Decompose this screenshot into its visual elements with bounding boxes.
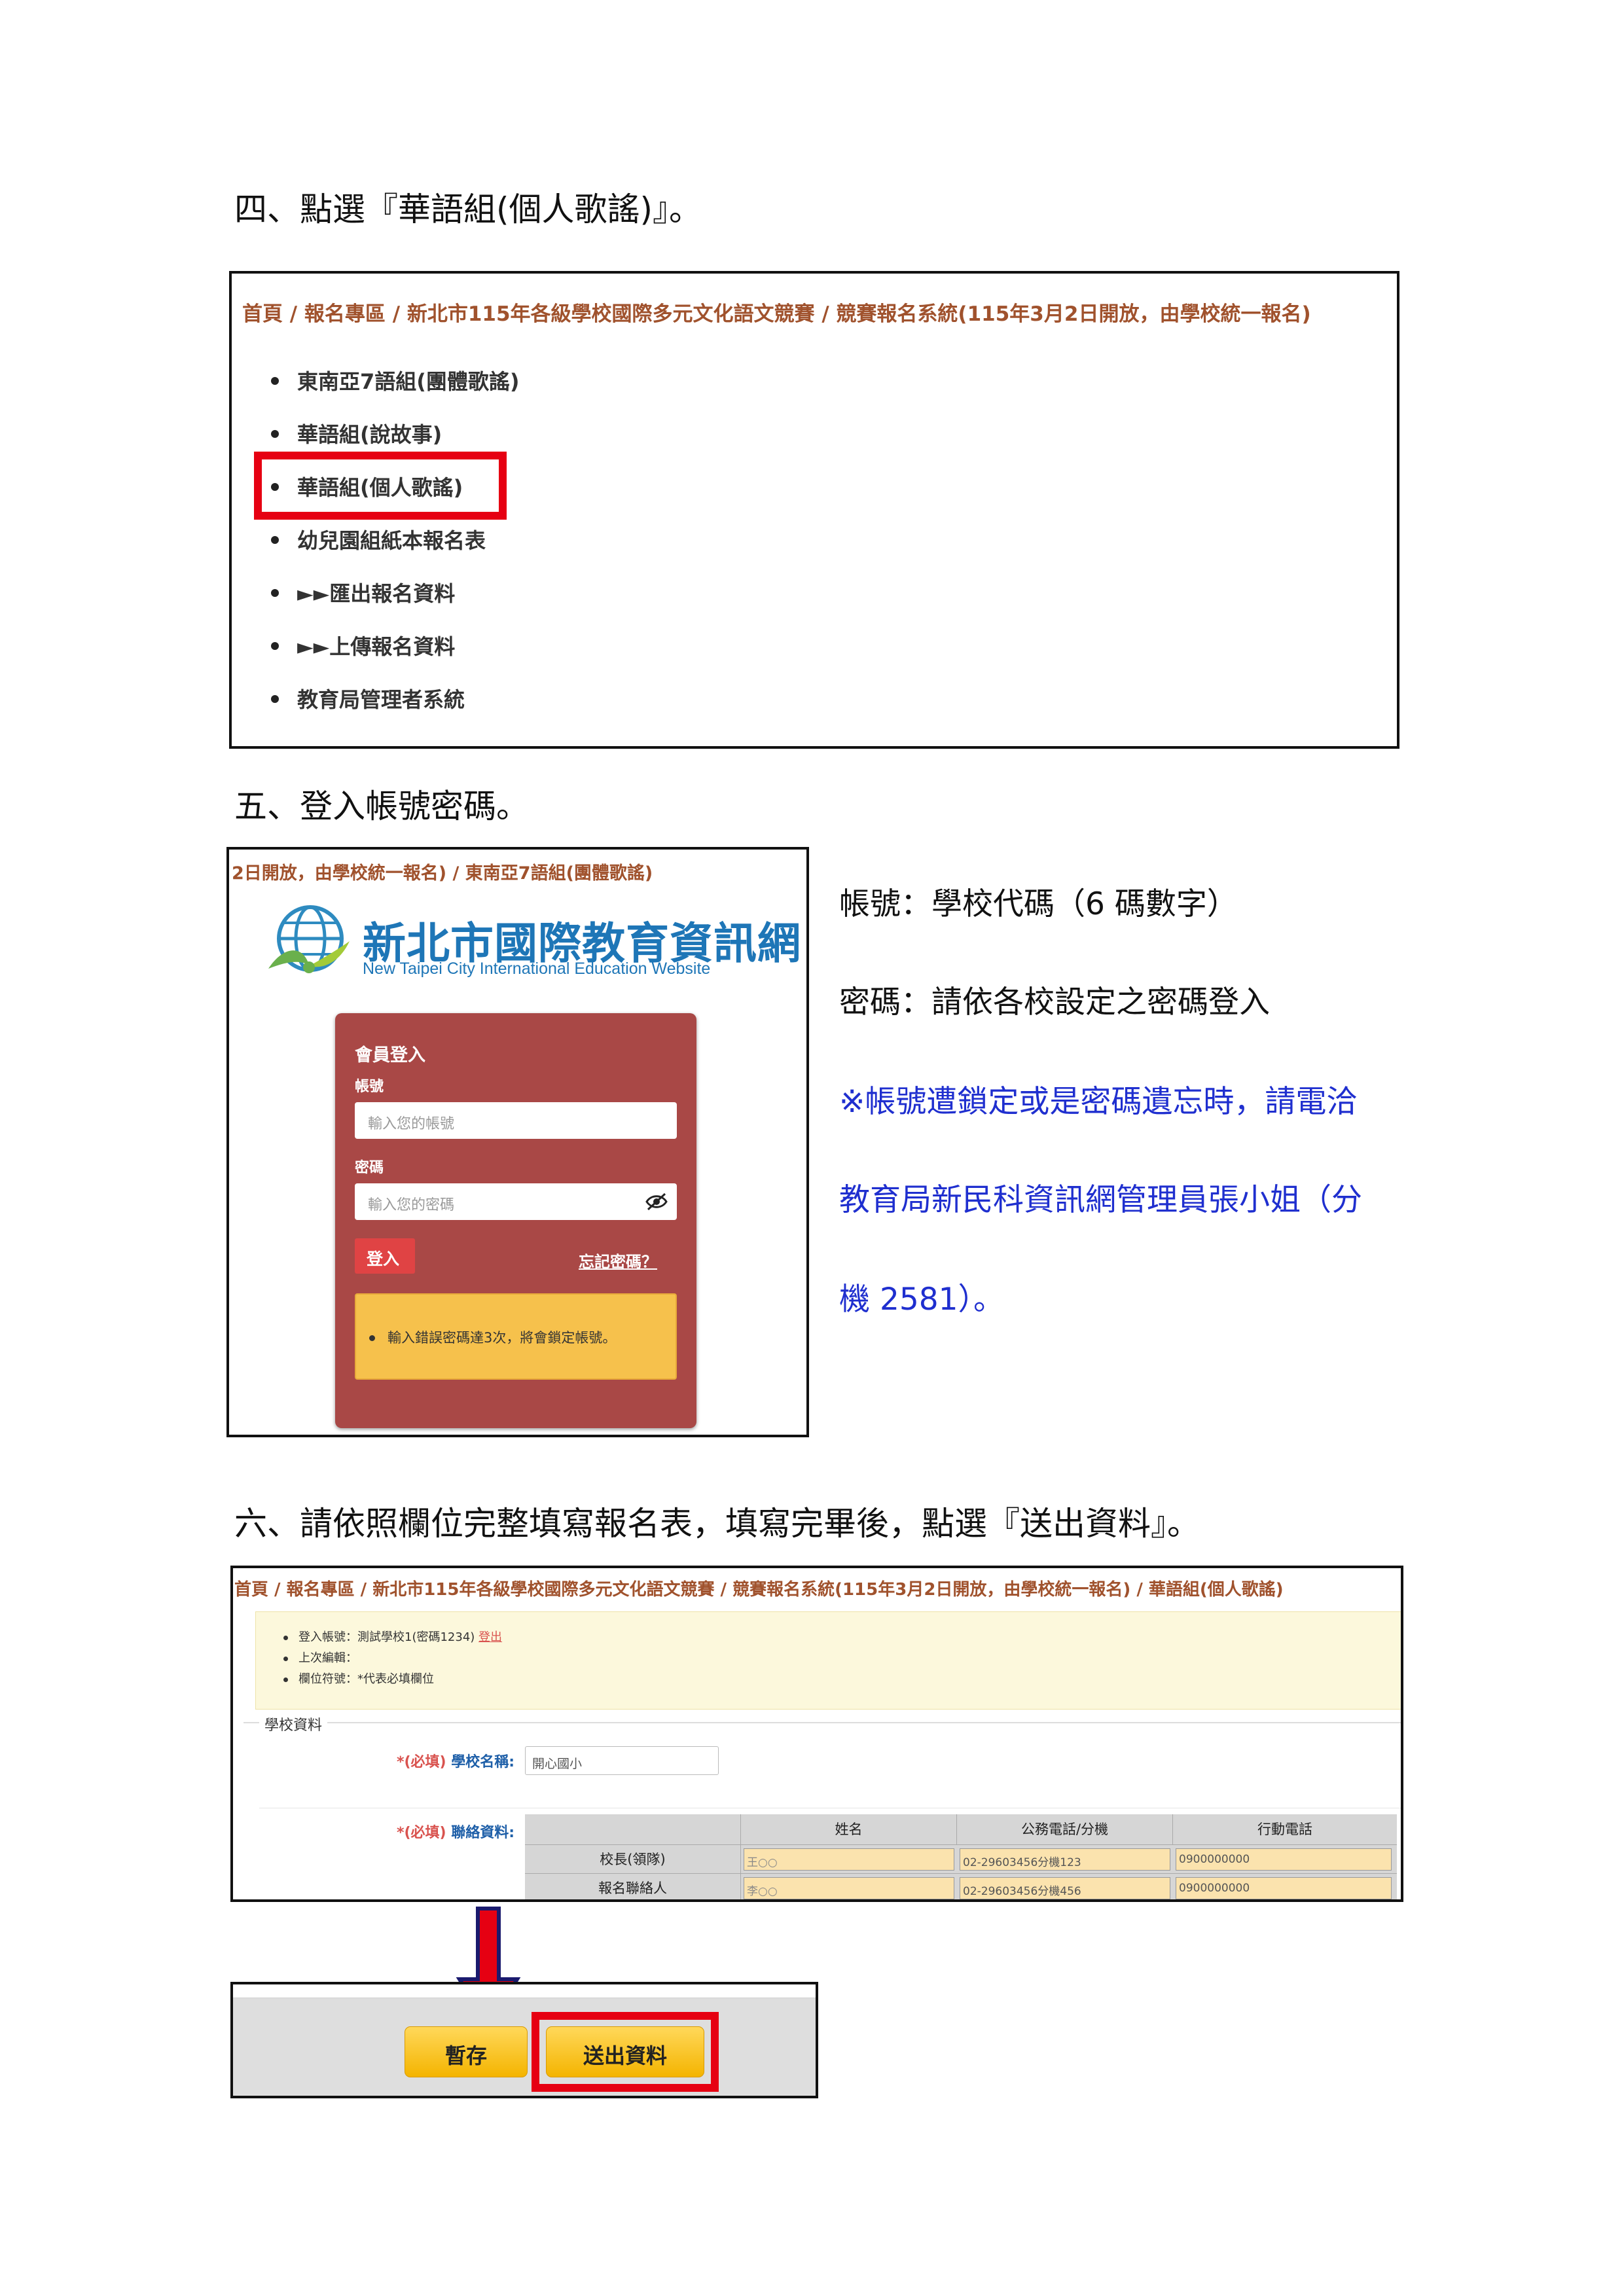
required-tag: *(必填) [397, 1825, 446, 1841]
menu-item-sea-group[interactable]: 東南亞7語組(團體歌謠) [271, 365, 520, 395]
bullet-icon [283, 1656, 288, 1661]
table-header-name: 姓名 [741, 1814, 957, 1844]
step-5-heading: 五、登入帳號密碼。 [234, 787, 529, 825]
menu-item-label: ►►匯出報名資料 [297, 581, 456, 606]
bullet-icon [271, 695, 279, 703]
name-input[interactable]: 李○○ [744, 1877, 954, 1899]
name-value: 王○○ [747, 1856, 778, 1869]
menu-item-kindergarten-form[interactable]: 幼兒園組紙本報名表 [271, 524, 486, 554]
highlight-box [254, 452, 507, 520]
menu-item-mandarin-story[interactable]: 華語組(說故事) [271, 418, 442, 448]
bullet-icon [283, 1635, 288, 1640]
note-lock-line-1: ※帳號遭鎖定或是密碼遺忘時，請電洽 [839, 1084, 1358, 1120]
school-name-label-text: 學校名稱: [451, 1754, 515, 1770]
menu-item-label: 華語組(說故事) [297, 422, 442, 447]
mobile-value: 0900000000 [1179, 1882, 1250, 1895]
table-row: 報名聯絡人 李○○ 02-29603456分機456 0900000000 [525, 1873, 1397, 1899]
breadcrumb[interactable]: 首頁 / 報名專區 / 新北市115年各級學校國際多元文化語文競賽 / 競賽報名… [242, 297, 1311, 327]
info-legend-text: 欄位符號：*代表必填欄位 [298, 1672, 434, 1686]
site-logo-subtitle: New Taipei City International Education … [363, 960, 711, 978]
password-label: 密碼 [355, 1160, 384, 1176]
row-role: 報名聯絡人 [525, 1874, 741, 1899]
note-lock-line-2: 教育局新民科資訊網管理員張小姐（分 [839, 1182, 1362, 1218]
required-tag: *(必填) [397, 1754, 446, 1770]
info-last-edit-text: 上次編輯： [298, 1651, 357, 1665]
bullet-icon [271, 536, 279, 544]
screenshot-registration-form: 首頁 / 報名專區 / 新北市115年各級學校國際多元文化語文競賽 / 競賽報名… [230, 1566, 1403, 1902]
menu-item-label: 教育局管理者系統 [297, 687, 465, 712]
step-4-heading: 四、點選『華語組(個人歌謠)』。 [234, 190, 702, 228]
password-input[interactable]: 輸入您的密碼 [355, 1183, 677, 1220]
phone-value: 02-29603456分機456 [963, 1885, 1081, 1898]
table-row: 校長(領隊) 王○○ 02-29603456分機123 0900000000 [525, 1844, 1397, 1874]
table-header-phone: 公務電話/分機 [957, 1814, 1173, 1844]
contact-label: *(必填) 聯絡資料: [397, 1821, 514, 1842]
info-panel: 登入帳號：測試學校1(密碼1234) 登出 上次編輯： 欄位符號：*代表必填欄位 [255, 1611, 1401, 1710]
bullet-icon [271, 430, 279, 438]
globe-logo-icon [268, 905, 350, 973]
name-input[interactable]: 王○○ [744, 1848, 954, 1871]
menu-item-export-data[interactable]: ►►匯出報名資料 [271, 577, 455, 607]
menu-item-label: 東南亞7語組(團體歌謠) [297, 369, 520, 394]
warning-box: 輸入錯誤密碼達3次，將會鎖定帳號。 [355, 1293, 677, 1380]
phone-input[interactable]: 02-29603456分機456 [960, 1877, 1170, 1899]
note-account: 帳號：學校代碼（6 碼數字） [839, 886, 1238, 922]
save-draft-button[interactable]: 暫存 [405, 2026, 528, 2077]
warning-text: 輸入錯誤密碼達3次，將會鎖定帳號。 [388, 1330, 617, 1346]
eye-slash-icon[interactable] [645, 1193, 668, 1211]
menu-item-label: 幼兒園組紙本報名表 [297, 528, 486, 553]
screenshot-login: 2日開放，由學校統一報名) / 東南亞7語組(團體歌謠) 新北市國際教育資訊網 … [226, 847, 809, 1437]
account-placeholder: 輸入您的帳號 [368, 1116, 455, 1132]
info-legend-row: 欄位符號：*代表必填欄位 [283, 1670, 434, 1687]
login-panel: 會員登入 帳號 輸入您的帳號 密碼 輸入您的密碼 登入 忘記密碼？ 輸入錯誤密碼… [335, 1013, 696, 1428]
mobile-input[interactable]: 0900000000 [1176, 1848, 1392, 1871]
table-header-mobile: 行動電話 [1257, 1821, 1312, 1837]
breadcrumb[interactable]: 首頁 / 報名專區 / 新北市115年各級學校國際多元文化語文競賽 / 競賽報名… [234, 1576, 1284, 1600]
table-header-blank [525, 1814, 741, 1844]
menu-item-admin-system[interactable]: 教育局管理者系統 [271, 683, 465, 713]
screenshot-submit-buttons: 暫存 送出資料 [230, 1982, 818, 2098]
login-button-label: 登入 [367, 1249, 400, 1268]
name-value: 李○○ [747, 1885, 778, 1898]
login-button[interactable]: 登入 [355, 1238, 415, 1274]
phone-input[interactable]: 02-29603456分機123 [960, 1848, 1170, 1871]
account-input[interactable]: 輸入您的帳號 [355, 1102, 677, 1139]
bullet-icon [271, 589, 279, 597]
note-lock-line-3: 機 2581）。 [839, 1282, 1005, 1318]
account-label: 帳號 [355, 1079, 384, 1095]
school-name-value: 開心國小 [532, 1757, 583, 1771]
section-divider [244, 1722, 1401, 1723]
info-login-text: 登入帳號：測試學校1(密碼1234) [298, 1630, 475, 1644]
info-login-row: 登入帳號：測試學校1(密碼1234) 登出 [283, 1628, 502, 1645]
note-password: 密碼：請依各校設定之密碼登入 [839, 984, 1270, 1020]
bullet-icon [283, 1677, 288, 1682]
menu-item-upload-data[interactable]: ►►上傳報名資料 [271, 630, 455, 660]
highlight-box [532, 2012, 719, 2092]
bullet-icon [271, 642, 279, 650]
school-name-label: *(必填) 學校名稱: [397, 1750, 514, 1771]
breadcrumb[interactable]: 2日開放，由學校統一報名) / 東南亞7語組(團體歌謠) [232, 859, 653, 884]
menu-item-label: ►►上傳報名資料 [297, 634, 456, 659]
school-name-input[interactable]: 開心國小 [525, 1746, 719, 1775]
password-placeholder: 輸入您的密碼 [368, 1197, 455, 1213]
save-draft-label: 暫存 [444, 2043, 487, 2068]
screenshot-category-menu: 首頁 / 報名專區 / 新北市115年各級學校國際多元文化語文競賽 / 競賽報名… [229, 271, 1399, 749]
phone-value: 02-29603456分機123 [963, 1856, 1081, 1869]
logout-link[interactable]: 登出 [478, 1630, 502, 1644]
info-last-edit-row: 上次編輯： [283, 1649, 357, 1666]
forgot-password-link[interactable]: 忘記密碼？ [579, 1249, 657, 1272]
contact-table: 姓名 公務電話/分機 行動電話 校長(領隊) 王○○ 02-29603456分機… [525, 1814, 1397, 1899]
contact-label-text: 聯絡資料: [451, 1825, 515, 1841]
login-panel-title: 會員登入 [355, 1045, 425, 1066]
step-6-heading: 六、請依照欄位完整填寫報名表，填寫完畢後，點選『送出資料』。 [234, 1505, 1200, 1543]
bullet-icon [271, 377, 279, 385]
section-title: 學校資料 [259, 1713, 328, 1734]
mobile-value: 0900000000 [1179, 1853, 1250, 1866]
row-role: 校長(領隊) [525, 1845, 741, 1874]
mobile-input[interactable]: 0900000000 [1176, 1877, 1392, 1899]
bullet-icon [369, 1335, 375, 1341]
